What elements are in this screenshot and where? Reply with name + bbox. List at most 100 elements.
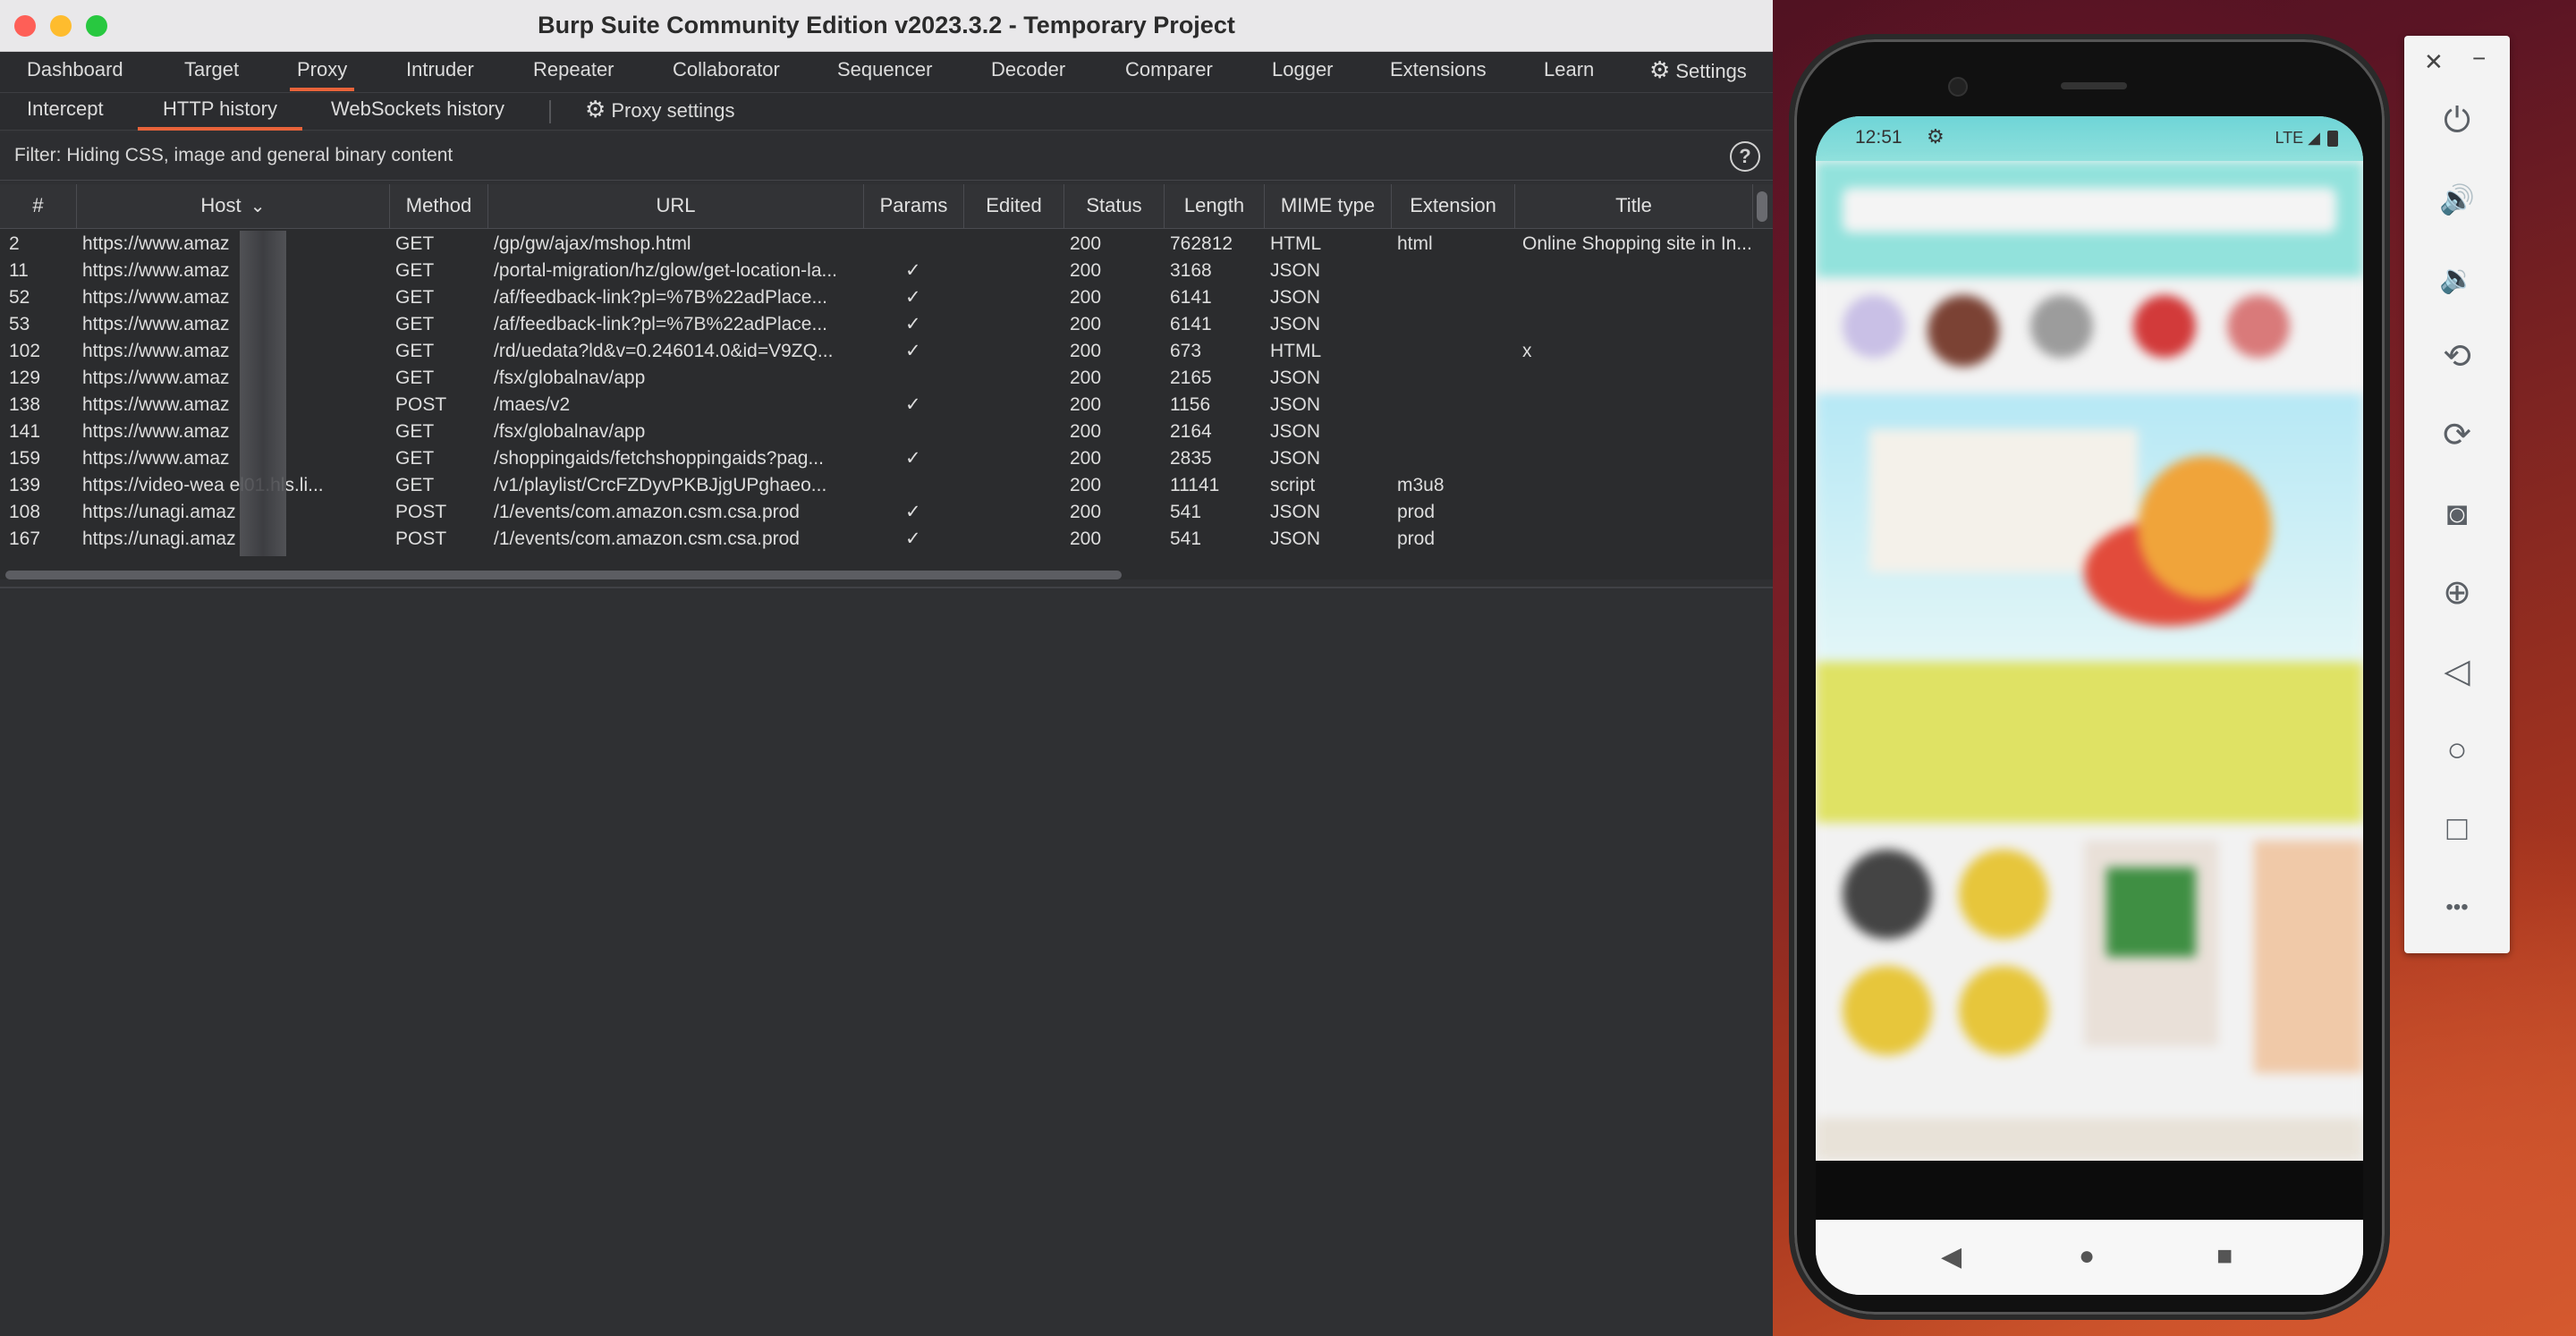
tab-dashboard[interactable]: Dashboard [27,52,123,93]
column-header-params[interactable]: Params [864,184,964,229]
cell-params: ✓ [905,553,941,556]
sort-chevron-icon: ⌄ [250,197,266,216]
tab-logger[interactable]: Logger [1272,52,1334,93]
tab-comparer[interactable]: Comparer [1125,52,1213,93]
cell-url: /af/feedback-link?pl=%7B%22adPlace... [494,287,827,308]
zoom-icon[interactable]: ⊕ [2431,567,2483,619]
proxy-settings-label: Proxy settings [611,99,735,122]
cell-number: 159 [9,448,41,469]
redaction-blur [240,419,286,445]
nav-home-icon[interactable]: ● [2079,1241,2095,1272]
cell-extension [1397,311,1510,338]
cell-mime-type: JSON [1270,421,1321,442]
redaction-blur [240,338,286,365]
cell-title [1522,472,1751,499]
table-row[interactable]: 102 https://www.amaz GET/rd/uedata?ld&v=0.… [0,338,1753,365]
tab-extensions[interactable]: Extensions [1390,52,1487,93]
table-row[interactable]: 108 https://unagi.amaz POST/1/events/com.a… [0,499,1753,526]
column-header-url[interactable]: URL [488,184,864,229]
rotate-right-icon[interactable]: ⟳ [2431,410,2483,461]
subtab-intercept[interactable]: Intercept [27,93,104,131]
cell-host: https://www.amaz [82,314,230,334]
cell-host: https://unagi.amaz [82,528,236,549]
gear-icon: ⚙ [585,96,606,123]
table-row[interactable]: 159 https://www.amaz GET/shoppingaids/fetc… [0,445,1753,472]
cell-params [905,231,941,258]
cell-method: POST [395,394,447,415]
help-icon[interactable]: ? [1730,141,1760,172]
table-row[interactable]: 167 https://unagi.amaz POST/1/events/com.a… [0,526,1753,553]
horizontal-scrollbar[interactable] [5,571,1122,579]
subtab-websockets-history[interactable]: WebSockets history [331,93,504,131]
nav-back-icon[interactable]: ◀ [1941,1241,1962,1273]
table-row[interactable]: 52 https://www.amaz GET/af/feedback-link?p… [0,284,1753,311]
tab-learn[interactable]: Learn [1544,52,1594,93]
cell-title [1522,419,1751,445]
overview-icon[interactable]: □ [2431,803,2483,855]
home-icon[interactable]: ○ [2431,724,2483,776]
vertical-scrollbar[interactable] [1757,191,1767,222]
table-row[interactable]: 53 https://www.amaz GET/af/feedback-link?p… [0,311,1753,338]
emulator-close-icon[interactable]: ✕ [2424,48,2444,76]
phone-screen[interactable]: 12:51 ⚙ LTE ◢ ◀ ● ■ [1816,116,2363,1295]
table-body: 2 https://www.amaz GET/gp/gw/ajax/mshop.ht… [0,231,1753,556]
tab-decoder[interactable]: Decoder [991,52,1065,93]
cell-length: 2165 [1170,368,1212,388]
power-icon[interactable]: ⏻ [2431,95,2483,147]
rotate-left-icon[interactable]: ⟲ [2431,331,2483,383]
blurred-app-content[interactable] [1816,161,2363,1161]
battery-icon [2327,131,2338,147]
filter-bar[interactable]: Filter: Hiding CSS, image and general bi… [0,132,1773,181]
column-header-number[interactable]: # [0,184,77,229]
cell-number: 167 [9,528,41,549]
cell-title: x [1522,341,1532,361]
column-header-length[interactable]: Length [1165,184,1265,229]
cell-status: 200 [1070,448,1102,469]
column-header-edited[interactable]: Edited [964,184,1064,229]
camera-icon[interactable]: ◙ [2431,488,2483,540]
cell-extension: prod [1397,528,1436,549]
table-row[interactable]: 190 https://unagi.amazon.in POST/1/events/… [0,553,1753,556]
tab-sequencer[interactable]: Sequencer [837,52,932,93]
volume-down-icon[interactable]: 🔉 [2431,252,2483,304]
cell-title [1522,365,1751,392]
column-header-extension[interactable]: Extension [1392,184,1515,229]
cell-mime-type: JSON [1270,448,1321,469]
table-row[interactable]: 138 https://www.amaz POST/maes/v2 ✓ 200 1156 J… [0,392,1753,419]
nav-recents-icon[interactable]: ■ [2216,1241,2233,1272]
table-row[interactable]: 11 https://www.amaz GET/portal-migration/h… [0,258,1753,284]
table-row[interactable]: 141 https://www.amaz GET/fsx/globalnav/app… [0,419,1753,445]
column-header-host[interactable]: Host ⌄ [77,184,390,229]
emulator-minimize-icon[interactable]: − [2472,45,2486,72]
column-header-mime-type[interactable]: MIME type [1265,184,1392,229]
cell-method: GET [395,287,435,308]
tab-proxy[interactable]: Proxy [289,52,355,93]
cell-number: 11 [9,260,29,281]
back-icon[interactable]: ◁ [2431,646,2483,698]
gear-icon: ⚙ [1649,56,1671,83]
subtab-http-history[interactable]: HTTP history [138,93,302,131]
cell-length: 541 [1170,502,1202,522]
cell-mime-type: JSON [1270,553,1386,556]
column-header-method[interactable]: Method [390,184,488,229]
cell-params [905,472,941,499]
tab-settings[interactable]: ⚙ Settings [1649,52,1747,93]
column-header-title[interactable]: Title [1515,184,1753,229]
table-row[interactable]: 2 https://www.amaz GET/gp/gw/ajax/mshop.ht… [0,231,1753,258]
proxy-settings-button[interactable]: ⚙ Proxy settings [585,93,734,131]
tab-collaborator[interactable]: Collaborator [673,52,780,93]
tab-intruder[interactable]: Intruder [406,52,474,93]
tab-repeater[interactable]: Repeater [533,52,614,93]
more-icon[interactable]: ••• [2431,882,2483,934]
cell-url: /1/events/com.amazon.csm.csa.prod [494,553,860,556]
phone-dark-band [1816,1161,2363,1220]
table-row[interactable]: 139 https://video-wea el01.hls.li... GET/v… [0,472,1753,499]
cell-edited [984,392,1038,419]
column-header-host-label: Host [200,194,242,216]
tab-target[interactable]: Target [184,52,239,93]
redaction-blur [240,445,286,472]
table-row[interactable]: 129 https://www.amaz GET/fsx/globalnav/app… [0,365,1753,392]
cell-status: 200 [1070,368,1102,388]
column-header-status[interactable]: Status [1064,184,1165,229]
volume-up-icon[interactable]: 🔊 [2431,173,2483,225]
